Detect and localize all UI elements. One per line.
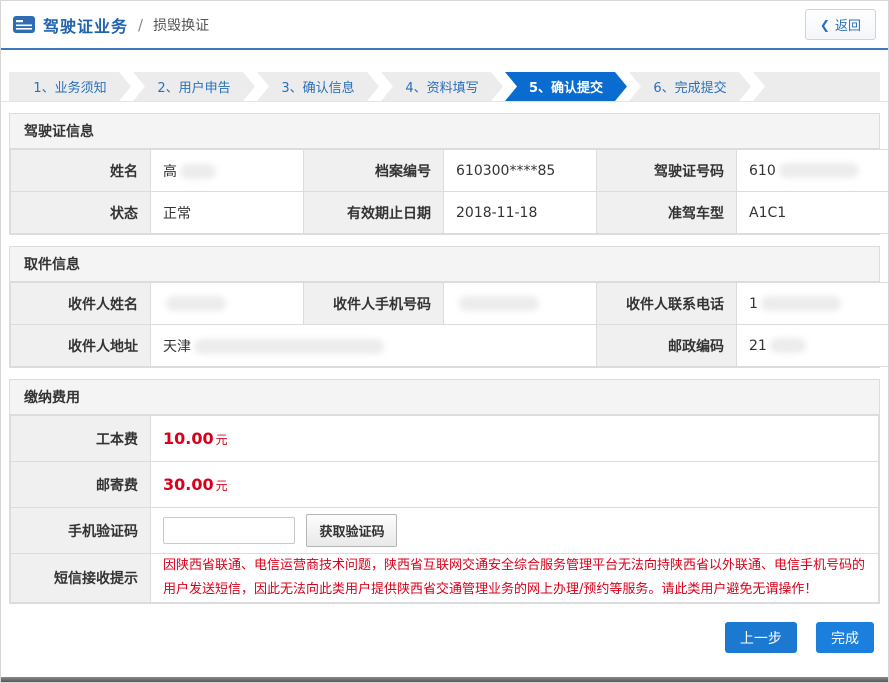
bottom-actions: 上一步 完成 — [1, 604, 888, 653]
license-number-label: 驾驶证号码 — [597, 150, 737, 192]
section-pickup-info: 取件信息 收件人姓名 收件人手机号码 收件人联系电话 1 收件人地址 天津 邮政… — [9, 246, 880, 368]
page-title: 驾驶证业务 — [43, 13, 128, 37]
section-title-license-info: 驾驶证信息 — [10, 114, 879, 149]
file-number-label: 档案编号 — [304, 150, 444, 192]
mailing-fee-amount: 30.00 — [163, 475, 214, 494]
file-number-value: 610300****85 — [444, 150, 597, 192]
postcode-label: 邮政编码 — [597, 325, 737, 367]
back-arrow-icon: ❮ — [820, 18, 830, 32]
table-row: 邮寄费 30.00元 — [11, 462, 879, 508]
recipient-phone-label: 收件人联系电话 — [597, 283, 737, 325]
production-fee-unit: 元 — [216, 433, 228, 447]
mailing-fee-unit: 元 — [216, 479, 228, 493]
table-row: 收件人地址 天津 邮政编码 21 — [11, 325, 889, 367]
license-info-table: 姓名 高 档案编号 610300****85 驾驶证号码 610 状态 正常 有… — [10, 149, 889, 234]
title-separator: / — [138, 16, 143, 34]
header: 驾驶证业务 / 损毁换证 ❮ 返回 — [1, 1, 888, 50]
section-fees: 缴纳费用 工本费 10.00元 邮寄费 30.00元 手机验证码 获取验证码 — [9, 379, 880, 604]
status-value: 正常 — [151, 192, 304, 234]
name-text: 高 — [163, 164, 177, 180]
finish-button[interactable]: 完成 — [816, 622, 874, 653]
recipient-name-value — [151, 283, 304, 325]
pickup-info-table: 收件人姓名 收件人手机号码 收件人联系电话 1 收件人地址 天津 邮政编码 21 — [10, 282, 889, 367]
production-fee-value: 10.00元 — [151, 416, 879, 462]
redacted-blur — [194, 339, 384, 354]
sms-code-input[interactable] — [163, 517, 295, 544]
recipient-phone-value: 1 — [737, 283, 889, 325]
name-value: 高 — [151, 150, 304, 192]
sms-code-cell: 获取验证码 — [151, 508, 879, 554]
back-label: 返回 — [835, 15, 861, 34]
fees-table: 工本费 10.00元 邮寄费 30.00元 手机验证码 获取验证码 短信接收提 — [10, 415, 879, 603]
page-subtitle: 损毁换证 — [153, 15, 209, 35]
page: 驾驶证业务 / 损毁换证 ❮ 返回 1、业务须知 2、用户申告 3、确认信息 4… — [0, 0, 889, 683]
mailing-fee-label: 邮寄费 — [11, 462, 151, 508]
sms-note-text: 因陕西省联通、电信运营商技术问题，陕西省互联网交通安全综合服务管理平台无法向持陕… — [163, 554, 866, 602]
sms-note-label: 短信接收提示 — [11, 554, 151, 603]
recipient-phone-text: 1 — [749, 296, 758, 312]
step-1-business-notice: 1、业务须知 — [9, 72, 131, 101]
production-fee-label: 工本费 — [11, 416, 151, 462]
expiry-label: 有效期止日期 — [304, 192, 444, 234]
step-6-complete-submit: 6、完成提交 — [629, 72, 751, 101]
table-row: 姓名 高 档案编号 610300****85 驾驶证号码 610 — [11, 150, 889, 192]
table-row: 状态 正常 有效期止日期 2018-11-18 准驾车型 A1C1 — [11, 192, 889, 234]
recipient-address-text: 天津 — [163, 339, 191, 355]
recipient-address-label: 收件人地址 — [11, 325, 151, 367]
section-title-fees: 缴纳费用 — [10, 380, 879, 415]
step-3-confirm-info: 3、确认信息 — [257, 72, 379, 101]
recipient-mobile-label: 收件人手机号码 — [304, 283, 444, 325]
vehicle-type-value: A1C1 — [737, 192, 889, 234]
license-card-icon — [13, 16, 35, 33]
step-wizard: 1、业务须知 2、用户申告 3、确认信息 4、资料填写 5、确认提交 6、完成提… — [9, 72, 880, 101]
redacted-blur — [779, 163, 859, 178]
sms-note-cell: 因陕西省联通、电信运营商技术问题，陕西省互联网交通安全综合服务管理平台无法向持陕… — [151, 554, 879, 603]
recipient-name-label: 收件人姓名 — [11, 283, 151, 325]
redacted-blur — [180, 164, 216, 179]
license-number-value: 610 — [737, 150, 889, 192]
expiry-value: 2018-11-18 — [444, 192, 597, 234]
wizard-divider — [1, 101, 888, 102]
mailing-fee-value: 30.00元 — [151, 462, 879, 508]
step-4-fill-materials: 4、资料填写 — [381, 72, 503, 101]
table-row: 短信接收提示 因陕西省联通、电信运营商技术问题，陕西省互联网交通安全综合服务管理… — [11, 554, 879, 603]
table-row: 收件人姓名 收件人手机号码 收件人联系电话 1 — [11, 283, 889, 325]
section-license-info: 驾驶证信息 姓名 高 档案编号 610300****85 驾驶证号码 610 状… — [9, 113, 880, 235]
back-button[interactable]: ❮ 返回 — [805, 9, 876, 40]
sms-code-label: 手机验证码 — [11, 508, 151, 554]
footer-strip — [1, 677, 888, 682]
header-title-group: 驾驶证业务 / 损毁换证 — [13, 13, 209, 37]
previous-step-button[interactable]: 上一步 — [725, 622, 797, 653]
table-row: 工本费 10.00元 — [11, 416, 879, 462]
production-fee-amount: 10.00 — [163, 429, 214, 448]
postcode-value: 21 — [737, 325, 889, 367]
license-number-text: 610 — [749, 163, 776, 179]
postcode-text: 21 — [749, 338, 767, 354]
redacted-blur — [761, 296, 841, 311]
redacted-blur — [770, 338, 806, 353]
status-label: 状态 — [11, 192, 151, 234]
step-2-user-declaration: 2、用户申告 — [133, 72, 255, 101]
step-5-confirm-submit: 5、确认提交 — [505, 72, 627, 101]
redacted-blur — [166, 296, 226, 311]
redacted-blur — [459, 296, 539, 311]
get-code-button[interactable]: 获取验证码 — [306, 514, 397, 547]
recipient-address-value: 天津 — [151, 325, 597, 367]
name-label: 姓名 — [11, 150, 151, 192]
step-wizard-filler — [753, 72, 880, 101]
vehicle-type-label: 准驾车型 — [597, 192, 737, 234]
recipient-mobile-value — [444, 283, 597, 325]
section-title-pickup-info: 取件信息 — [10, 247, 879, 282]
table-row: 手机验证码 获取验证码 — [11, 508, 879, 554]
